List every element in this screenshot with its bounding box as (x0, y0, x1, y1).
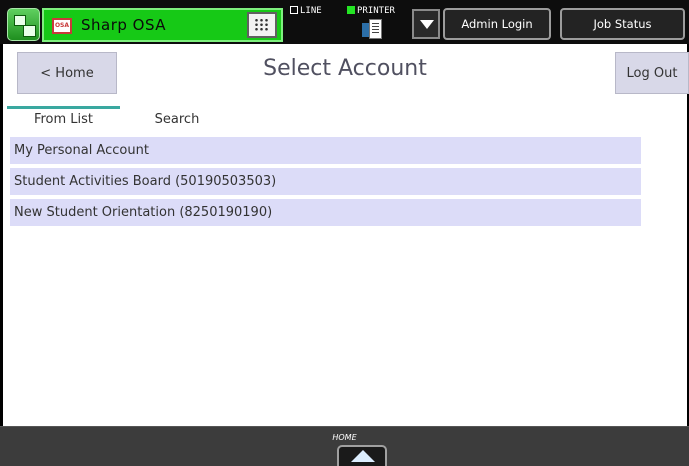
osa-logo-icon: OSA (52, 18, 72, 34)
tab-from-list[interactable]: From List (7, 106, 120, 130)
home-key-label: HOME (332, 433, 357, 442)
account-list: My Personal Account Student Activities B… (10, 137, 641, 230)
line-label: LINE (300, 6, 322, 16)
top-status-bar: OSA Sharp OSA LINE PRINTER Admin Login J… (0, 0, 689, 44)
printer-status-icon (347, 6, 355, 14)
chevron-down-icon[interactable] (412, 9, 440, 39)
printer-icon (362, 19, 384, 40)
main-panel: < Home Select Account Log Out From List … (3, 44, 689, 426)
line-indicator: LINE (290, 6, 322, 16)
bottom-bar: HOME (0, 426, 689, 466)
app-title: Sharp OSA (81, 16, 167, 34)
page-title: Select Account (263, 56, 427, 81)
printer-label: PRINTER (357, 6, 395, 16)
line-status-icon (290, 6, 298, 14)
admin-login-button[interactable]: Admin Login (443, 8, 551, 40)
app-title-bar[interactable]: OSA Sharp OSA (42, 8, 283, 42)
job-status-button[interactable]: Job Status (560, 8, 685, 40)
tab-search[interactable]: Search (127, 106, 227, 130)
account-item-personal[interactable]: My Personal Account (10, 137, 641, 164)
logout-button[interactable]: Log Out (615, 52, 689, 94)
home-arrow-icon[interactable] (337, 445, 387, 466)
app-launcher-icon[interactable] (7, 8, 40, 41)
printer-indicator: PRINTER (347, 6, 395, 16)
account-item-student-activities[interactable]: Student Activities Board (50190503503) (10, 168, 641, 195)
keypad-icon[interactable] (247, 12, 277, 38)
account-item-student-orientation[interactable]: New Student Orientation (8250190190) (10, 199, 641, 226)
